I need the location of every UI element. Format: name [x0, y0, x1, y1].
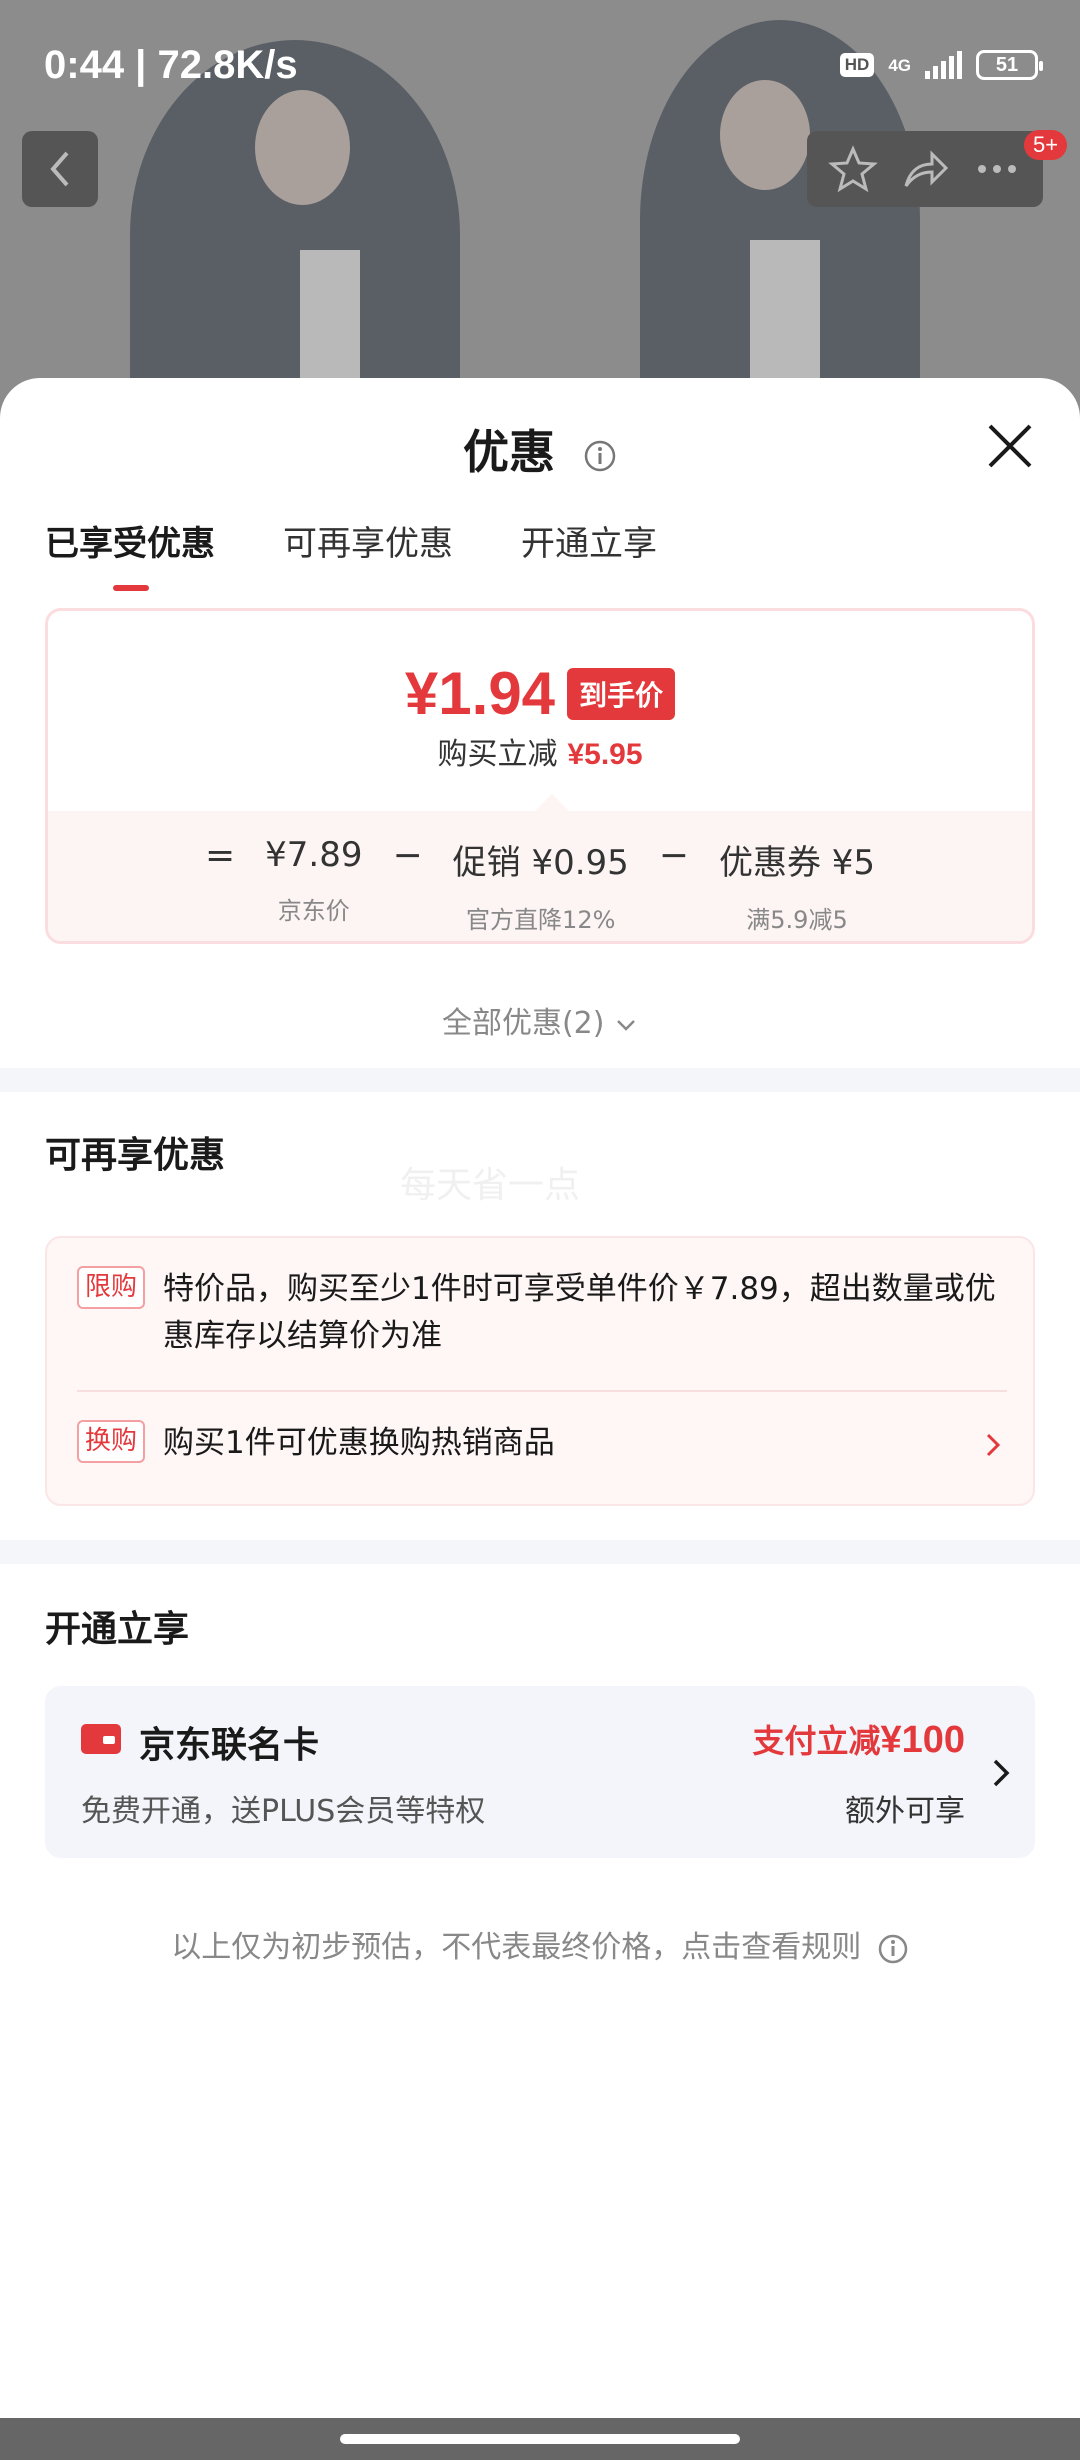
sheet-header: 优惠	[0, 416, 1080, 482]
save-amount: ¥5.95	[567, 738, 643, 771]
price-summary-card: ¥1.94 到手价 购买立减 ¥5.95 = ¥7.89 京东价 − 促销 ¥0.…	[45, 608, 1035, 944]
exchange-tag: 换购	[77, 1420, 146, 1464]
co-branded-card-offer[interactable]: 京东联名卡 免费开通，送PLUS会员等特权 支付立减¥100 额外可享	[45, 1686, 1035, 1858]
info-icon	[878, 1934, 908, 1963]
card-name: 京东联名卡	[139, 1725, 320, 1766]
tab-open-enjoy[interactable]: 开通立享	[521, 516, 657, 565]
coupon-term: 优惠券 ¥5 满5.9减5	[719, 835, 875, 935]
open-enjoy-title: 开通立享	[45, 1609, 190, 1650]
star-icon[interactable]	[828, 144, 878, 194]
list-item: 限购 特价品，购买至少1件时可享受单件价￥7.89，超出数量或优惠库存以结算价为…	[77, 1266, 1017, 1359]
card-description: 免费开通，送PLUS会员等特权	[81, 1794, 486, 1829]
more-promos-box: 限购 特价品，购买至少1件时可享受单件价￥7.89，超出数量或优惠库存以结算价为…	[45, 1236, 1035, 1506]
coupon-label: 满5.9减5	[746, 906, 848, 934]
battery-icon: 51	[976, 50, 1043, 80]
home-indicator[interactable]	[340, 2434, 740, 2444]
top-action-group	[807, 131, 1043, 207]
price-breakdown: = ¥7.89 京东价 − 促销 ¥0.95 官方直降12% − 优惠券 ¥5 …	[48, 794, 1032, 941]
disclaimer-text: 以上仅为初步预估，不代表最终价格，点击查看规则	[171, 1930, 862, 1965]
tab-more-available[interactable]: 可再享优惠	[283, 516, 453, 565]
hd-icon: HD	[839, 53, 875, 77]
notification-badge: 5+	[1024, 130, 1068, 160]
all-promos-label: 全部优惠(2)	[441, 1006, 605, 1041]
final-price: ¥1.94	[404, 660, 556, 727]
sheet-title: 优惠	[462, 425, 555, 479]
benefit-prefix: 支付立减	[752, 1722, 881, 1760]
chevron-down-icon	[617, 1020, 635, 1031]
section-divider	[0, 1540, 1080, 1564]
benefit-extra: 额外可享	[845, 1794, 965, 1829]
back-button[interactable]	[22, 131, 98, 207]
close-icon[interactable]	[980, 416, 1040, 476]
promo-divider	[77, 1390, 1007, 1392]
promo-term: 促销 ¥0.95 官方直降12%	[453, 835, 629, 935]
section-divider	[0, 1068, 1080, 1092]
status-time: 0:44 | 72.8K/s	[44, 42, 298, 87]
jd-price-label: 京东价	[277, 897, 350, 925]
limit-tag: 限购	[77, 1266, 146, 1310]
card-benefit: 支付立减¥100	[752, 1716, 965, 1762]
tab-enjoyed[interactable]: 已享受优惠	[45, 516, 215, 591]
price-disclaimer[interactable]: 以上仅为初步预估，不代表最终价格，点击查看规则	[0, 1922, 1080, 1966]
save-label: 购买立减	[437, 737, 558, 772]
more-icon[interactable]	[972, 144, 1022, 194]
info-icon[interactable]	[583, 439, 617, 473]
chevron-right-icon[interactable]	[983, 1430, 1003, 1460]
equals-sign: =	[204, 835, 236, 876]
final-price-tag: 到手价	[567, 667, 676, 720]
promotion-sheet: 优惠 已享受优惠 可再享优惠 开通立享 ¥1.94 到手价 购买立减 ¥5.95 …	[0, 378, 1080, 2460]
price-summary-top: ¥1.94 到手价 购买立减 ¥5.95	[48, 611, 1032, 811]
list-item-exchange[interactable]: 换购 购买1件可优惠换购热销商品	[77, 1420, 1017, 1467]
more-promos-title: 可再享优惠	[45, 1135, 226, 1176]
signal-icon	[925, 51, 962, 79]
minus-sign: −	[392, 835, 423, 876]
jd-price-value: ¥7.89	[265, 835, 363, 875]
network-type: 4G	[888, 55, 911, 75]
card-icon	[81, 1724, 121, 1754]
status-bar: 0:44 | 72.8K/s HD 4G 51	[0, 0, 1080, 130]
benefit-amount: ¥100	[880, 1719, 965, 1761]
promo-label: 官方直降12%	[466, 906, 616, 934]
minus-sign: −	[658, 835, 689, 876]
all-promos-toggle[interactable]: 全部优惠(2)	[0, 998, 1080, 1042]
chevron-right-icon	[993, 1759, 1010, 1787]
limit-text: 特价品，购买至少1件时可享受单件价￥7.89，超出数量或优惠库存以结算价为准	[163, 1271, 996, 1354]
chevron-left-icon	[50, 151, 69, 187]
exchange-text: 购买1件可优惠换购热销商品	[163, 1425, 555, 1461]
save-row: 购买立减 ¥5.95	[48, 729, 1032, 773]
promo-value: 促销 ¥0.95	[452, 843, 629, 883]
coupon-value: 优惠券 ¥5	[718, 843, 876, 883]
promo-tabs: 已享受优惠 可再享优惠 开通立享	[45, 516, 657, 591]
watermark-text: 每天省一点	[400, 1165, 581, 1206]
share-icon[interactable]	[900, 144, 950, 194]
jd-price-term: ¥7.89 京东价	[265, 835, 362, 926]
